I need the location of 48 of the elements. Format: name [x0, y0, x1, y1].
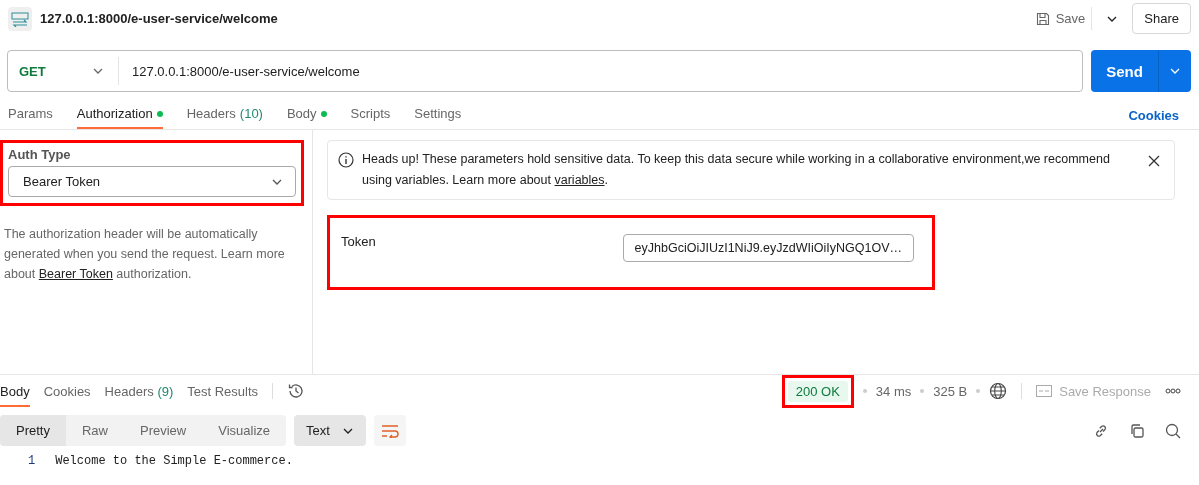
auth-type-dropdown[interactable]: Bearer Token [8, 166, 296, 197]
response-size: 325 B [933, 383, 968, 399]
variables-link[interactable]: variables [554, 173, 605, 187]
auth-type-label: Auth Type [8, 147, 72, 162]
search-icon[interactable] [1165, 422, 1181, 439]
request-url-bar[interactable]: GET 127.0.0.1:8000/e-user-service/welcome [7, 50, 1083, 92]
line-number: 1 [28, 454, 36, 468]
more-icon[interactable] [1165, 388, 1181, 394]
close-button[interactable] [1148, 155, 1160, 167]
language-dropdown[interactable]: Text [294, 415, 366, 446]
response-tab[interactable]: Cookies [43, 375, 91, 407]
view-mode-option[interactable]: Pretty [0, 415, 66, 446]
save-icon [1035, 11, 1050, 26]
view-mode-option[interactable]: Visualize [202, 415, 287, 446]
response-tab[interactable]: Headers (9) [104, 375, 174, 407]
notice-text: Heads up! These parameters hold sensitive data. To keep this data secure while working in a collaborative environment,we recommend using variables. Learn more about variables. [362, 151, 1111, 189]
cookies-link[interactable]: Cookies [1128, 100, 1199, 129]
request-tab[interactable]: Authorization [76, 100, 163, 129]
example-icon [1036, 385, 1053, 397]
request-tab[interactable]: Scripts [350, 100, 391, 129]
wrap-lines-button[interactable] [373, 415, 406, 446]
history-icon[interactable] [287, 382, 306, 400]
status-badge: 200 OK [787, 380, 848, 402]
request-tab[interactable]: Params [8, 100, 53, 129]
token-field[interactable]: eyJhbGciOiJIUzI1NiJ9.eyJzdWIiOiIyNGQ1OV… [622, 234, 914, 262]
share-button[interactable]: Share [1132, 3, 1191, 34]
auth-description: The authorization header will be automatically generated when you send the request. Learn more about Bearer Token authorization. [4, 226, 286, 283]
response-time: 34 ms [875, 383, 912, 399]
url-input[interactable]: 127.0.0.1:8000/e-user-service/welcome [119, 63, 360, 79]
info-icon [338, 152, 354, 168]
view-mode-option[interactable]: Preview [124, 415, 203, 446]
view-mode-option[interactable]: Raw [65, 415, 124, 446]
link-icon[interactable] [1093, 422, 1109, 439]
save-button[interactable]: Save [1029, 7, 1093, 30]
request-tab[interactable]: Settings [414, 100, 462, 129]
response-tab[interactable]: Test Results [187, 375, 259, 407]
request-title: 127.0.0.1:8000/e-user-service/welcome [40, 11, 278, 26]
copy-icon[interactable] [1129, 422, 1145, 439]
wrap-icon [380, 423, 399, 438]
code-line: Welcome to the Simple E-commerce. [55, 454, 293, 468]
request-tab[interactable]: Headers (10) [186, 100, 263, 129]
token-label: Token [341, 234, 376, 249]
close-icon [1148, 155, 1160, 167]
request-tab[interactable]: Body [286, 100, 327, 129]
bearer-token-link[interactable]: Bearer Token [38, 267, 113, 281]
method-dropdown[interactable]: GET [8, 57, 119, 85]
globe-icon[interactable] [989, 382, 1008, 400]
response-tab[interactable]: Body [0, 375, 30, 407]
